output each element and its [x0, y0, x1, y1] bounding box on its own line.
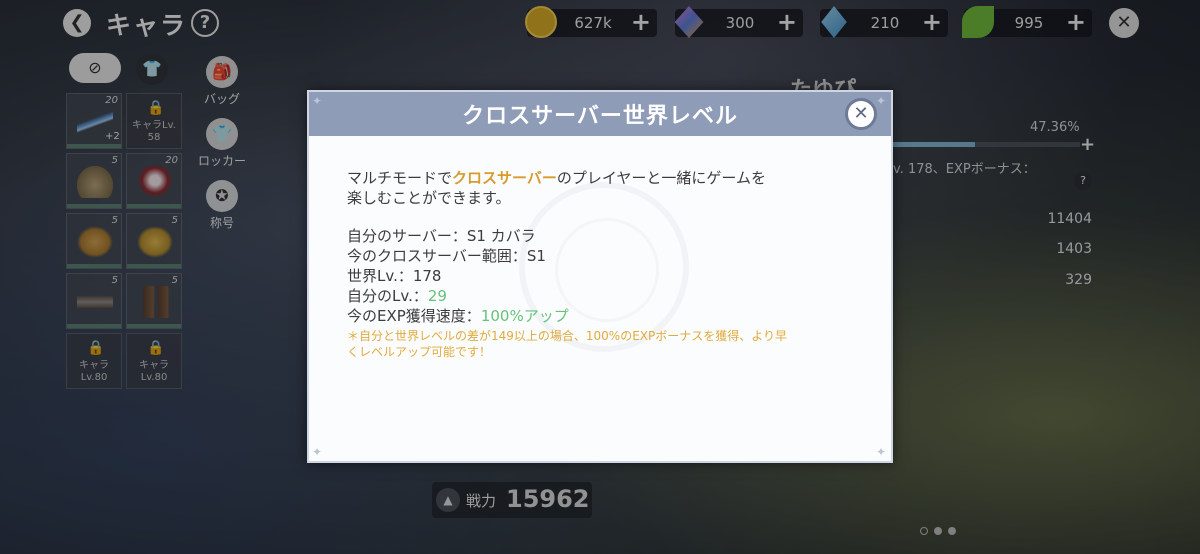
corner-ornament-icon: ✦ — [876, 445, 887, 459]
dialog-header: クロスサーバー世界レベル ✕ — [309, 92, 891, 136]
cross-server-range: 今のクロスサーバー範囲：S1 — [347, 247, 546, 265]
corner-ornament-icon: ✦ — [312, 94, 323, 108]
cross-server-dialog: クロスサーバー世界レベル ✕ ✦ ✦ ✦ ✦ マルチモードでクロスサーバーのプレ… — [307, 90, 893, 463]
bonus-note-line-2: くレベルアップ可能です！ — [347, 345, 492, 359]
bonus-note: ＊自分と世界レベルの差が149以上の場合、100%のEXPボーナスを獲得、より早… — [347, 328, 861, 360]
corner-ornament-icon: ✦ — [312, 445, 323, 459]
exp-speed: 今のEXP獲得速度：100%アップ — [347, 306, 861, 326]
dialog-body: マルチモードでクロスサーバーのプレイヤーと一緒にゲームを 楽しむことができます。… — [347, 168, 861, 360]
my-level-value: 29 — [427, 287, 447, 305]
my-level: 自分のLv.：29 — [347, 286, 861, 306]
desc-text: のプレイヤーと一緒にゲームを — [556, 169, 766, 187]
bonus-note-line-1: ＊自分と世界レベルの差が149以上の場合、100%のEXPボーナスを獲得、より早 — [347, 329, 788, 343]
my-server: 自分のサーバー：S1 カバラ — [347, 227, 536, 245]
dialog-close-icon[interactable]: ✕ — [845, 98, 877, 130]
exp-speed-value: 100%アップ — [480, 307, 569, 325]
dialog-title: クロスサーバー世界レベル — [462, 104, 738, 129]
description-line-1: マルチモードでクロスサーバーのプレイヤーと一緒にゲームを — [347, 168, 861, 188]
exp-speed-label: 今のEXP獲得速度： — [347, 307, 481, 325]
corner-ornament-icon: ✦ — [876, 94, 887, 108]
cross-server-highlight: クロスサーバー — [452, 169, 557, 187]
desc-text: マルチモードで — [347, 169, 453, 187]
world-level: 世界Lv.：178 — [347, 267, 442, 285]
my-level-label: 自分のLv.： — [347, 287, 428, 305]
description-line-2: 楽しむことができます。 — [347, 189, 511, 207]
